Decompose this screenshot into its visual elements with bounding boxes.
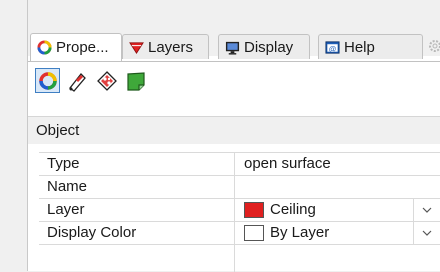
tab-help[interactable]: @ Help xyxy=(318,34,423,59)
panel-tab-bar: Prope... Layers Display @ Help xyxy=(28,0,440,61)
tab-label: Layers xyxy=(148,38,194,56)
object-properties-icon xyxy=(38,71,57,90)
display-color-dropdown-button[interactable] xyxy=(413,222,440,244)
chevron-down-icon xyxy=(422,230,432,236)
layers-icon xyxy=(129,41,144,54)
type-value: open surface xyxy=(244,155,331,172)
chevron-down-icon xyxy=(422,207,432,213)
svg-text:@: @ xyxy=(329,44,337,53)
property-row-display-color: Display Color By Layer xyxy=(39,221,440,244)
object-properties-button[interactable] xyxy=(35,68,60,93)
property-label: Layer xyxy=(39,199,235,221)
display-icon xyxy=(225,41,240,55)
property-page-toolbar xyxy=(28,61,440,102)
tab-properties[interactable]: Prope... xyxy=(30,33,122,61)
layer-value: Ceiling xyxy=(270,201,316,218)
gear-icon[interactable] xyxy=(428,39,440,53)
display-color-select[interactable]: By Layer xyxy=(236,222,440,244)
layer-dropdown-button[interactable] xyxy=(413,199,440,221)
tab-label: Prope... xyxy=(56,39,109,56)
property-label: Display Color xyxy=(39,222,235,244)
texture-mapping-icon xyxy=(126,71,145,91)
property-label-partial xyxy=(39,245,235,272)
property-label: Type xyxy=(39,153,235,175)
property-row-type: Type open surface xyxy=(39,152,440,175)
property-row-name: Name xyxy=(39,175,440,198)
tab-display[interactable]: Display xyxy=(218,34,310,59)
display-color-value: By Layer xyxy=(270,224,330,241)
texture-mapping-button[interactable] xyxy=(123,68,148,93)
properties-panel: Prope... Layers Display @ Help Object Ty… xyxy=(28,0,440,272)
property-label: Name xyxy=(39,176,235,198)
tab-label: Display xyxy=(244,38,294,56)
property-value: open surface xyxy=(236,153,440,175)
decal-button[interactable] xyxy=(94,68,119,93)
left-side-strip xyxy=(0,0,28,271)
name-field[interactable] xyxy=(236,176,440,198)
property-row-layer: Layer Ceiling xyxy=(39,198,440,221)
display-color-swatch xyxy=(244,225,264,241)
tab-label: Help xyxy=(344,38,375,56)
help-icon: @ xyxy=(325,40,340,54)
properties-icon xyxy=(37,40,52,55)
decal-icon xyxy=(96,70,117,91)
section-header-object[interactable]: Object xyxy=(28,116,440,144)
property-row-partial xyxy=(39,244,440,272)
section-title: Object xyxy=(36,122,80,139)
tab-layers[interactable]: Layers xyxy=(122,34,209,59)
material-icon xyxy=(68,72,86,92)
layer-select[interactable]: Ceiling xyxy=(236,199,440,221)
layer-color-swatch xyxy=(244,202,264,218)
material-button[interactable] xyxy=(64,68,89,93)
